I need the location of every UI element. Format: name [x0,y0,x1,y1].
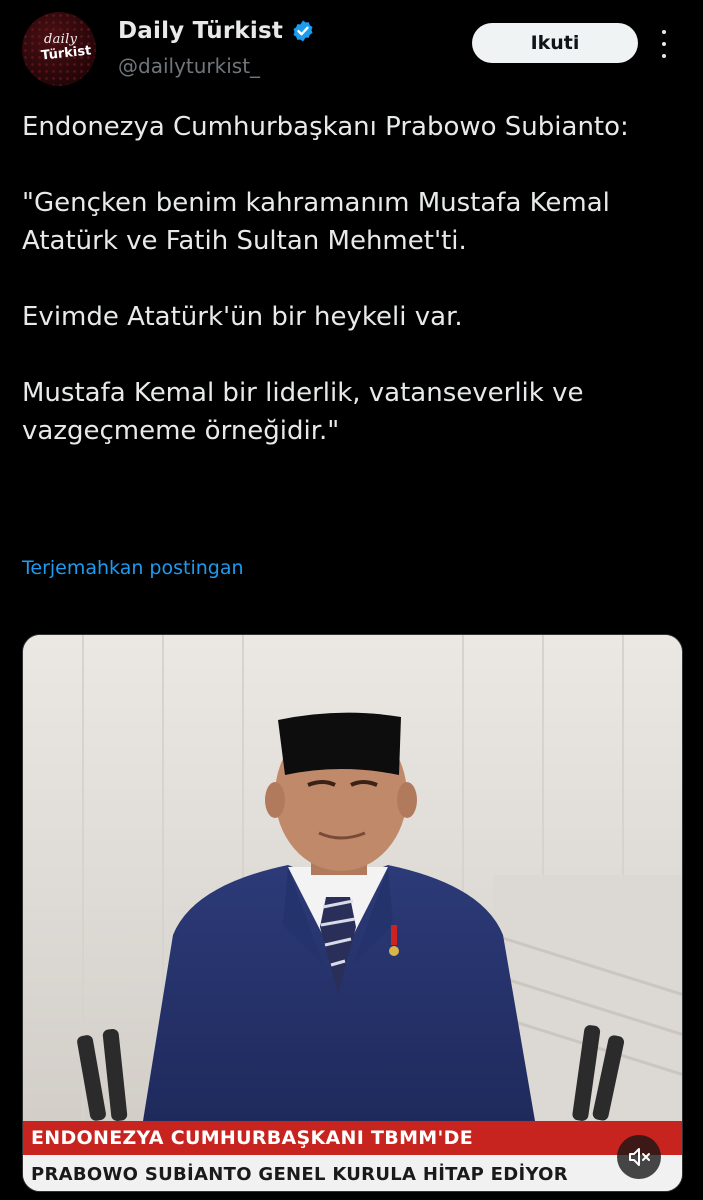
video-frame [23,635,682,1191]
avatar[interactable]: daily Türkist [22,12,96,86]
mute-toggle-button[interactable] [617,1135,661,1179]
tweet-line: Evimde Atatürk'ün bir heykeli var. [22,302,463,332]
ticker-bottom-text: PRABOWO SUBİANTO GENEL KURULA HİTAP EDİY… [31,1163,568,1185]
muted-speaker-icon [629,1148,650,1166]
verified-badge-icon [293,20,313,42]
tweet-header: daily Türkist Daily Türkist @dailyturkis… [0,0,703,100]
more-options-icon[interactable] [654,30,674,58]
video-player[interactable]: ENDONEZYA CUMHURBAŞKANI TBMM'DE PRABOWO … [22,634,683,1192]
news-ticker-bottom: PRABOWO SUBİANTO GENEL KURULA HİTAP EDİY… [23,1155,682,1191]
name-row: Daily Türkist [118,18,315,44]
follow-button[interactable]: Ikuti [472,23,638,63]
tweet-text: Endonezya Cumhurbaşkanı Prabowo Subianto… [22,108,682,450]
translate-post-link[interactable]: Terjemahkan postingan [22,557,244,579]
tweet-line: Mustafa Kemal bir liderlik, vatanseverli… [22,378,584,446]
news-ticker-top: ENDONEZYA CUMHURBAŞKANI TBMM'DE [23,1121,682,1155]
handle[interactable]: @dailyturkist_ [118,54,260,78]
tweet-line: "Gençken benim kahramanım Mustafa Kemal … [22,188,610,256]
tweet-line: Endonezya Cumhurbaşkanı Prabowo Subianto… [22,112,629,142]
ticker-top-text: ENDONEZYA CUMHURBAŞKANI TBMM'DE [31,1127,473,1149]
display-name[interactable]: Daily Türkist [118,18,283,44]
